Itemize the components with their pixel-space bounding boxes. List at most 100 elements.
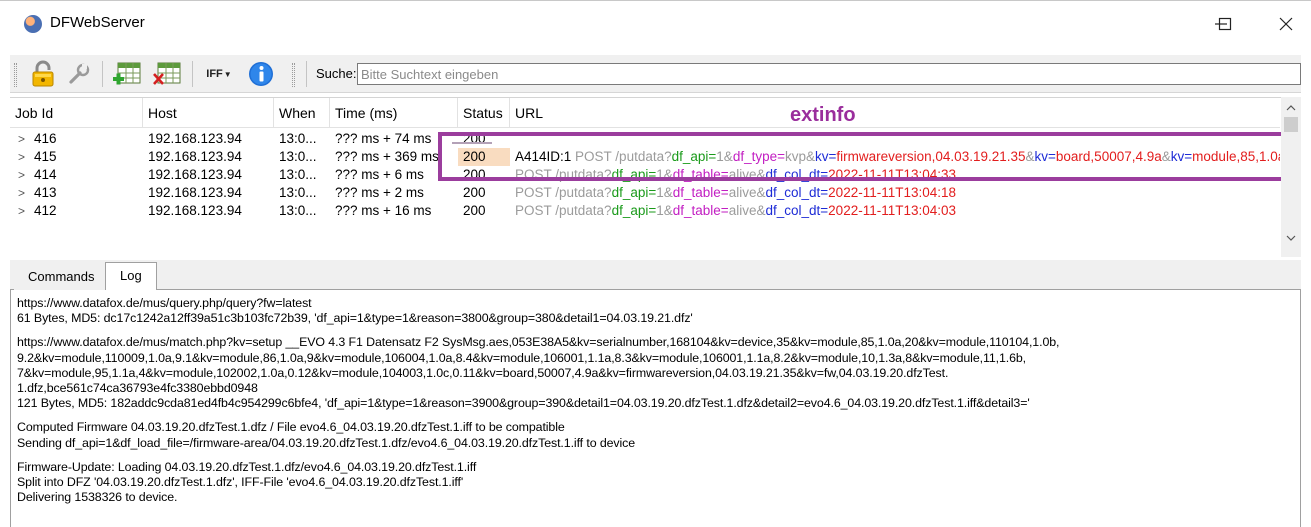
column-header-host[interactable]: Host xyxy=(143,98,274,128)
iff-label: IFF xyxy=(206,68,223,80)
add-table-icon xyxy=(113,62,141,85)
extinfo-highlight-box xyxy=(438,132,1301,181)
url-segment: df_api= xyxy=(611,185,657,200)
url-segment: 2022-11-11T13:04:03 xyxy=(828,203,957,218)
remove-table-icon xyxy=(153,62,181,85)
cell-host: 192.168.123.94 xyxy=(148,167,242,182)
cell-when: 13:0... xyxy=(279,149,317,164)
row-expander-icon[interactable]: > xyxy=(18,148,34,166)
title-bar: DFWebServer xyxy=(0,0,1311,44)
close-icon xyxy=(1279,17,1293,31)
scroll-up-icon[interactable] xyxy=(1281,99,1301,117)
log-line: https://www.datafox.de/mus/match.php?kv=… xyxy=(17,335,1060,350)
cell-job-id: 414 xyxy=(34,167,57,182)
table-row[interactable]: >412 192.168.123.94 13:0... ??? ms + 16 ms 2… xyxy=(10,202,1280,220)
info-button[interactable] xyxy=(244,59,278,89)
log-line: Split into DFZ '04.03.19.20.dfzTest.1.df… xyxy=(17,475,464,490)
iff-dropdown-icon: ▼ xyxy=(223,69,232,79)
lock-button[interactable] xyxy=(28,59,58,89)
extinfo-annotation: extinfo xyxy=(790,104,856,126)
wrench-icon xyxy=(69,63,90,84)
cell-job-id: 412 xyxy=(34,203,57,218)
tab-commands[interactable]: Commands xyxy=(14,264,109,290)
cell-status: 200 xyxy=(463,203,486,218)
url-segment: POST /putdata? xyxy=(515,185,612,200)
scroll-down-icon[interactable] xyxy=(1281,229,1301,247)
cell-when: 13:0... xyxy=(279,185,317,200)
log-gap xyxy=(17,451,1293,460)
cell-status: 200 xyxy=(463,185,486,200)
url-segment: POST /putdata? xyxy=(515,203,612,218)
row-expander-icon[interactable]: > xyxy=(18,202,34,220)
url-segment: 1& xyxy=(656,185,673,200)
tab-log[interactable]: Log xyxy=(105,262,157,291)
maximize-button[interactable] xyxy=(1202,9,1248,39)
url-segment: df_table= xyxy=(672,185,729,200)
table-row[interactable]: >413 192.168.123.94 13:0... ??? ms + 2 ms 20… xyxy=(10,184,1280,202)
close-button[interactable] xyxy=(1263,9,1309,39)
url-segment: df_col_dt= xyxy=(765,185,829,200)
url-segment: df_api= xyxy=(611,203,657,218)
grid-header: Job Id Host When Time (ms) Status URL xyxy=(10,98,1280,128)
lock-icon xyxy=(32,60,54,87)
cell-url: POST /putdata?df_api=1&df_table=alive&df… xyxy=(515,202,1280,220)
wrench-button[interactable] xyxy=(64,59,94,89)
toolbar: IFF ▼ Suche: xyxy=(10,55,1301,93)
row-expander-icon[interactable]: > xyxy=(18,166,34,184)
log-line: Computed Firmware 04.03.19.20.dfzTest.1.… xyxy=(17,420,565,435)
url-segment: alive& xyxy=(728,203,766,218)
cell-when: 13:0... xyxy=(279,167,317,182)
scroll-thumb[interactable] xyxy=(1284,117,1298,132)
cell-job-id: 416 xyxy=(34,131,57,146)
url-segment: 2022-11-11T13:04:18 xyxy=(828,185,957,200)
app-globe-icon xyxy=(24,15,42,33)
tabs-bar: Commands Log xyxy=(10,260,1301,291)
column-header-job-id[interactable]: Job Id xyxy=(10,98,143,128)
log-line: Firmware-Update: Loading 04.03.19.20.dfz… xyxy=(17,459,477,474)
log-line: 7&kv=module,95,1.1a,4&kv=module,102002,1… xyxy=(17,365,949,380)
cell-time: ??? ms + 16 ms xyxy=(335,203,432,218)
search-label: Suche: xyxy=(316,66,357,81)
url-segment: 1& xyxy=(656,203,673,218)
log-line: Delivering 1538326 to device. xyxy=(17,490,178,505)
add-table-button[interactable] xyxy=(110,59,144,89)
log-line: Sending df_api=1&df_load_file=/firmware-… xyxy=(17,435,636,450)
url-segment: alive& xyxy=(728,185,766,200)
log-line: 61 Bytes, MD5: dc17c1242a12ff39a51c3b103… xyxy=(17,311,693,326)
iff-dropdown-button[interactable]: IFF ▼ xyxy=(202,59,236,89)
column-header-when[interactable]: When xyxy=(274,98,330,128)
toolbar-grip[interactable] xyxy=(292,63,295,87)
url-segment: df_col_dt= xyxy=(765,203,829,218)
log-gap xyxy=(17,326,1293,335)
search-input[interactable] xyxy=(357,63,1301,85)
cell-host: 192.168.123.94 xyxy=(148,203,242,218)
log-line: 1.dfz,bce561c74ca36793e4fc3380ebbd0948 xyxy=(17,381,258,396)
toolbar-separator xyxy=(102,61,103,87)
log-line: https://www.datafox.de/mus/query.php/que… xyxy=(17,296,312,310)
url-segment: df_table= xyxy=(672,203,729,218)
cell-host: 192.168.123.94 xyxy=(148,131,242,146)
window-title: DFWebServer xyxy=(50,14,145,31)
log-panel[interactable]: https://www.datafox.de/mus/query.php/que… xyxy=(10,290,1301,527)
info-icon xyxy=(249,62,273,86)
toolbar-grip[interactable] xyxy=(14,63,17,87)
cell-url: POST /putdata?df_api=1&df_table=alive&df… xyxy=(515,184,1280,202)
row-expander-icon[interactable]: > xyxy=(18,184,34,202)
column-header-status[interactable]: Status xyxy=(458,98,510,128)
cell-time: ??? ms + 2 ms xyxy=(335,185,424,200)
column-header-url[interactable]: URL xyxy=(510,98,1280,128)
cell-job-id: 413 xyxy=(34,185,57,200)
toolbar-separator xyxy=(192,61,193,87)
remove-table-button[interactable] xyxy=(150,59,184,89)
log-line: 121 Bytes, MD5: 182addc9cda81ed4fb4c9542… xyxy=(17,396,1030,411)
cell-when: 13:0... xyxy=(279,203,317,218)
log-gap xyxy=(17,411,1293,420)
row-expander-icon[interactable]: > xyxy=(18,130,34,148)
toolbar-separator xyxy=(306,61,307,87)
grid-scrollbar[interactable] xyxy=(1281,97,1301,257)
cell-job-id: 415 xyxy=(34,149,57,164)
log-text: https://www.datafox.de/mus/query.php/que… xyxy=(17,296,1293,505)
cell-host: 192.168.123.94 xyxy=(148,149,242,164)
column-header-time[interactable]: Time (ms) xyxy=(330,98,458,128)
cell-when: 13:0... xyxy=(279,131,317,146)
